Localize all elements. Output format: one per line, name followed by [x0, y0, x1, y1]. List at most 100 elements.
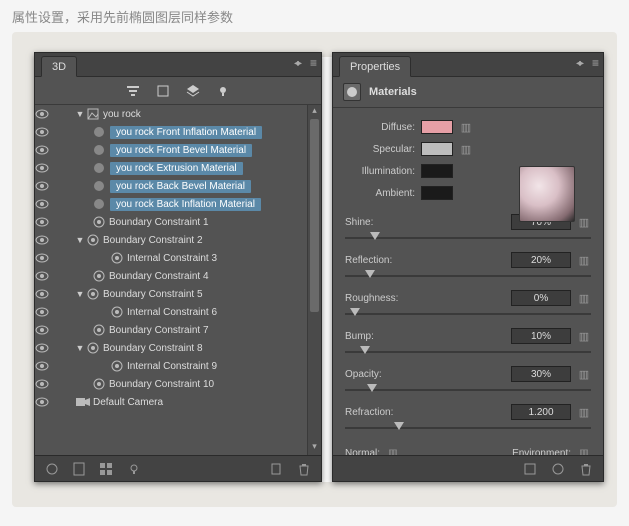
folder-icon[interactable]: ▥: [577, 253, 591, 267]
trash-icon[interactable]: [297, 462, 311, 476]
tree-row[interactable]: you rock Back Inflation Material: [35, 195, 321, 213]
tree-row[interactable]: ▼ Boundary Constraint 8: [35, 339, 321, 357]
light-icon[interactable]: [215, 83, 231, 99]
visibility-icon[interactable]: [35, 307, 57, 317]
tree-row[interactable]: you rock Front Inflation Material: [35, 123, 321, 141]
panel-properties: Properties ◂▸ ≡ Materials Diffuse: ▥ Spe…: [332, 52, 604, 482]
scrollbar[interactable]: ▴ ▾: [307, 105, 321, 455]
slider-opacity[interactable]: [345, 386, 591, 394]
slider-roughness[interactable]: [345, 310, 591, 318]
visibility-icon[interactable]: [35, 289, 57, 299]
tree-row[interactable]: Boundary Constraint 4: [35, 267, 321, 285]
scroll-thumb[interactable]: [310, 119, 319, 312]
panel-menu-icon[interactable]: ≡: [592, 56, 599, 70]
folder-icon[interactable]: ▥: [577, 446, 591, 455]
tree-row[interactable]: you rock Extrusion Material: [35, 159, 321, 177]
tree-label: Boundary Constraint 8: [101, 343, 321, 354]
visibility-icon[interactable]: [35, 109, 57, 119]
tab-properties[interactable]: Properties: [339, 56, 411, 77]
folder-icon[interactable]: ▥: [577, 367, 591, 381]
tree-row[interactable]: Internal Constraint 6: [35, 303, 321, 321]
tree-row[interactable]: ▼you rock: [35, 105, 321, 123]
collapse-icon[interactable]: ◂▸: [294, 58, 300, 69]
value-bump[interactable]: 10%: [511, 328, 571, 344]
slider-reflection[interactable]: [345, 272, 591, 280]
visibility-icon[interactable]: [35, 271, 57, 281]
scroll-down-icon[interactable]: ▾: [308, 441, 321, 455]
chevron-down-icon[interactable]: ▼: [75, 235, 85, 245]
preview-toggle-icon[interactable]: [523, 462, 537, 476]
value-opacity[interactable]: 30%: [511, 366, 571, 382]
scroll-up-icon[interactable]: ▴: [308, 105, 321, 119]
folder-icon[interactable]: ▥: [577, 329, 591, 343]
grid-icon[interactable]: [99, 462, 113, 476]
tree-label: Internal Constraint 6: [125, 307, 321, 318]
visibility-icon[interactable]: [35, 145, 57, 155]
tree-row[interactable]: you rock Back Bevel Material: [35, 177, 321, 195]
visibility-icon[interactable]: [35, 235, 57, 245]
folder-icon[interactable]: ▥: [386, 446, 400, 455]
swatch-diffuse-color[interactable]: [421, 120, 453, 134]
panel-3d-toolbar: [35, 77, 321, 105]
visibility-icon[interactable]: [35, 379, 57, 389]
materials-header: Materials: [333, 77, 603, 108]
chevron-down-icon[interactable]: ▼: [75, 343, 85, 353]
folder-icon[interactable]: ▥: [577, 405, 591, 419]
layers-icon[interactable]: [185, 83, 201, 99]
prop-bump: Bump:10%▥: [345, 328, 591, 356]
collapse-icon[interactable]: ◂▸: [576, 58, 582, 69]
visibility-icon[interactable]: [35, 163, 57, 173]
visibility-icon[interactable]: [35, 199, 57, 209]
doc-icon[interactable]: [73, 462, 85, 476]
render-icon[interactable]: [45, 462, 59, 476]
slider-shine[interactable]: [345, 234, 591, 242]
visibility-icon[interactable]: [35, 127, 57, 137]
panel-menu-icon[interactable]: ≡: [310, 56, 317, 70]
tree-row[interactable]: Internal Constraint 9: [35, 357, 321, 375]
value-refraction[interactable]: 1.200: [511, 404, 571, 420]
slider-refraction[interactable]: [345, 424, 591, 432]
value-reflection[interactable]: 20%: [511, 252, 571, 268]
sphere-icon[interactable]: [551, 462, 565, 476]
tree-row[interactable]: you rock Front Bevel Material: [35, 141, 321, 159]
add-light-icon[interactable]: [127, 462, 141, 476]
folder-icon[interactable]: ▥: [459, 120, 473, 134]
mesh-icon[interactable]: [155, 83, 171, 99]
constraint-icon: [85, 234, 101, 246]
folder-icon[interactable]: ▥: [577, 291, 591, 305]
visibility-icon[interactable]: [35, 325, 57, 335]
tree-row[interactable]: Internal Constraint 3: [35, 249, 321, 267]
new-icon[interactable]: [269, 462, 283, 476]
chevron-down-icon[interactable]: ▼: [75, 289, 85, 299]
visibility-icon[interactable]: [35, 397, 57, 407]
tree-row[interactable]: ▼Boundary Constraint 5: [35, 285, 321, 303]
tree-label: Internal Constraint 3: [125, 253, 321, 264]
material-icon: [91, 144, 107, 156]
folder-icon[interactable]: ▥: [577, 215, 591, 229]
filter-icon[interactable]: [125, 83, 141, 99]
visibility-icon[interactable]: [35, 361, 57, 371]
layer-tree: ▼you rockyou rock Front Inflation Materi…: [35, 105, 321, 455]
tree-row[interactable]: Boundary Constraint 7: [35, 321, 321, 339]
tree-label: Default Camera: [91, 397, 321, 408]
tree-row[interactable]: Default Camera: [35, 393, 321, 411]
value-roughness[interactable]: 0%: [511, 290, 571, 306]
swatch-illumination-color[interactable]: [421, 164, 453, 178]
visibility-icon[interactable]: [35, 253, 57, 263]
slider-bump[interactable]: [345, 348, 591, 356]
tree-row[interactable]: ▼Boundary Constraint 2: [35, 231, 321, 249]
swatch-specular-color[interactable]: [421, 142, 453, 156]
page-caption: 属性设置，采用先前椭圆图层同样参数: [0, 0, 629, 32]
visibility-icon[interactable]: [35, 217, 57, 227]
visibility-icon[interactable]: [35, 343, 57, 353]
folder-icon[interactable]: ▥: [459, 142, 473, 156]
trash-icon[interactable]: [579, 462, 593, 476]
visibility-icon[interactable]: [35, 181, 57, 191]
tree-row[interactable]: Boundary Constraint 1: [35, 213, 321, 231]
material-icon: [91, 198, 107, 210]
tree-row[interactable]: Boundary Constraint 10: [35, 375, 321, 393]
tab-3d[interactable]: 3D: [41, 56, 77, 77]
material-preview[interactable]: [519, 166, 575, 222]
swatch-ambient-color[interactable]: [421, 186, 453, 200]
chevron-down-icon[interactable]: ▼: [75, 109, 85, 119]
